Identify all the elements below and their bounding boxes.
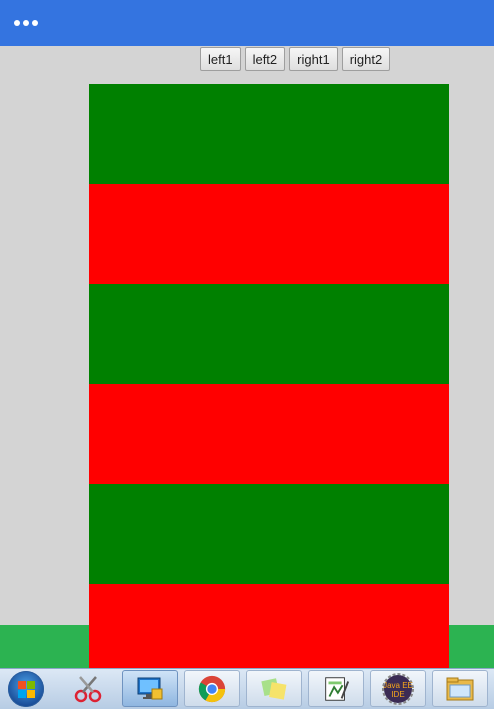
java-ide-label-top: Java EE <box>383 681 413 690</box>
windows-start-icon[interactable] <box>8 671 44 707</box>
chrome-icon[interactable] <box>184 670 240 707</box>
remote-desktop-icon[interactable] <box>122 670 178 707</box>
java-ide-label-bottom: IDE <box>391 690 404 699</box>
right1-button[interactable]: right1 <box>289 47 338 71</box>
file-explorer-icon[interactable] <box>432 670 488 707</box>
dot <box>14 20 20 26</box>
windows-taskbar: Java EE IDE <box>0 668 494 709</box>
red-stripe <box>89 184 449 284</box>
left1-button[interactable]: left1 <box>200 47 241 71</box>
dot <box>32 20 38 26</box>
app-title-bar <box>0 0 494 46</box>
green-stripe <box>89 484 449 584</box>
sticky-notes-icon[interactable] <box>246 670 302 707</box>
green-stripe <box>89 84 449 184</box>
red-stripe <box>89 384 449 484</box>
green-stripe <box>89 284 449 384</box>
stripe-panel <box>89 84 449 668</box>
toolbar: left1 left2 right1 right2 <box>200 47 391 71</box>
red-stripe <box>89 584 449 668</box>
notepad-plus-plus-icon[interactable] <box>308 670 364 707</box>
right2-button[interactable]: right2 <box>341 47 391 71</box>
overflow-menu-icon[interactable] <box>14 17 42 29</box>
left2-button[interactable]: left2 <box>244 47 286 71</box>
java-ee-ide-icon[interactable]: Java EE IDE <box>370 670 426 707</box>
dot <box>23 20 29 26</box>
snipping-tool-icon[interactable] <box>60 670 116 707</box>
